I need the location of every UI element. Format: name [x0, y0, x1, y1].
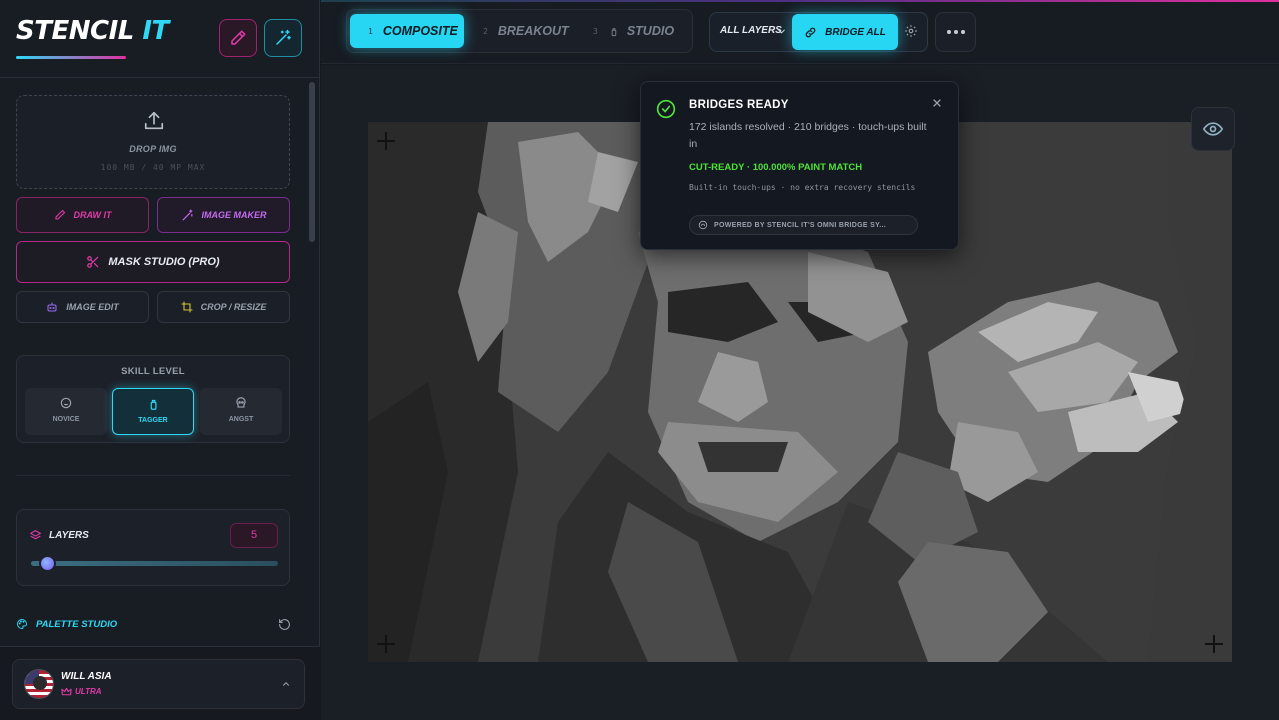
- dot-icon: [960, 30, 965, 34]
- close-icon[interactable]: [931, 97, 943, 109]
- dot-icon: [953, 30, 958, 34]
- tab-breakout[interactable]: 2 BREAKOUT: [471, 14, 581, 48]
- tab-studio[interactable]: 3 STUDIO: [583, 14, 687, 48]
- skill-level-panel: SKILL LEVEL NOVICE TAGGER ANGST: [16, 355, 290, 443]
- upload-icon: [143, 110, 165, 137]
- crop-resize-button[interactable]: CROP / RESIZE: [157, 291, 290, 323]
- gear-icon[interactable]: [904, 24, 918, 38]
- crop-icon: [181, 301, 193, 313]
- registration-mark-icon: [377, 635, 395, 653]
- user-menu-button[interactable]: WILL ASIA ULTRA: [12, 659, 305, 709]
- link-icon: [805, 27, 816, 37]
- skill-angst-option[interactable]: ANGST: [200, 388, 282, 435]
- mask-studio-button[interactable]: MASK STUDIO (PRO): [16, 241, 290, 283]
- skill-tagger-label: TAGGER: [138, 417, 168, 424]
- eye-icon: [1203, 122, 1223, 136]
- bridge-all-button[interactable]: BRIDGE ALL: [792, 14, 898, 50]
- toast-message: 172 islands resolved · 210 bridges · tou…: [689, 121, 927, 150]
- bridges-ready-toast: BRIDGES READY 172 islands resolved · 210…: [640, 81, 959, 250]
- palette-icon: [17, 618, 28, 630]
- scissors-icon: [87, 256, 99, 268]
- bridge-icon: [698, 220, 708, 230]
- avatar: [24, 669, 54, 699]
- powered-by-badge: POWERED BY STENCIL IT'S OMNI BRIDGE SY..…: [689, 215, 918, 235]
- top-accent-line: [321, 0, 1279, 2]
- check-circle-icon: [656, 99, 676, 119]
- mask-studio-label: MASK STUDIO (PRO): [108, 256, 220, 268]
- palette-studio-title: PALETTE STUDIO: [36, 619, 118, 630]
- skill-novice-option[interactable]: NOVICE: [25, 388, 107, 435]
- toast-status: CUT-READY · 100.000% PAINT MATCH: [689, 162, 863, 173]
- image-edit-label: IMAGE EDIT: [66, 302, 119, 312]
- skill-angst-label: ANGST: [228, 416, 254, 423]
- draw-it-label: DRAW IT: [73, 210, 112, 220]
- view-tabs: 1 COMPOSITE 2 BREAKOUT 3 STUDIO: [346, 9, 693, 53]
- spray-can-icon: [113, 397, 193, 411]
- magic-wand-button[interactable]: [264, 19, 302, 57]
- sidebar-scrollbar[interactable]: [309, 82, 315, 242]
- pencil-icon: [231, 30, 246, 45]
- tab-composite[interactable]: 1 COMPOSITE: [350, 14, 464, 48]
- tab-label: COMPOSITE: [382, 24, 458, 38]
- tab-label: STUDIO: [626, 24, 675, 38]
- tab-number: 3: [593, 26, 598, 36]
- image-dropzone[interactable]: DROP IMG 100 MB / 40 MP MAX: [16, 95, 290, 189]
- skull-icon: [200, 396, 282, 410]
- more-options-button[interactable]: [935, 12, 976, 52]
- layers-slider-handle[interactable]: [39, 555, 56, 572]
- bridge-all-label: BRIDGE ALL: [825, 26, 886, 38]
- novice-icon: [25, 396, 107, 410]
- user-bar: WILL ASIA ULTRA: [0, 646, 320, 720]
- registration-mark-icon: [1205, 635, 1223, 653]
- logo-accent-text: IT: [142, 16, 169, 46]
- bridge-controls: ALL LAYERS BRIDGE ALL: [709, 12, 928, 52]
- logo-bar: STENCIL IT: [0, 0, 320, 78]
- tab-label: BREAKOUT: [497, 24, 569, 38]
- robot-icon: [47, 302, 57, 312]
- sidebar: STENCIL IT DROP IMG 100 MB / 40 MP MAX D…: [0, 0, 320, 720]
- app-logo: STENCIL IT: [16, 16, 169, 46]
- dropzone-limits: 100 MB / 40 MP MAX: [100, 163, 206, 172]
- crown-icon: [61, 687, 72, 696]
- layers-count-input[interactable]: 5: [230, 523, 278, 548]
- palette-studio-header[interactable]: PALETTE STUDIO: [16, 617, 290, 633]
- magic-wand-icon: [276, 29, 291, 45]
- magic-wand-icon: [182, 208, 192, 220]
- skill-tagger-option[interactable]: TAGGER: [112, 388, 194, 435]
- toast-note: Built-in touch-ups · no extra recovery s…: [689, 183, 916, 192]
- toast-title: BRIDGES READY: [689, 99, 789, 111]
- skill-novice-label: NOVICE: [52, 416, 80, 423]
- registration-mark-icon: [377, 132, 395, 150]
- layers-panel: LAYERS 5: [16, 509, 290, 586]
- toggle-preview-button[interactable]: [1191, 107, 1235, 151]
- skill-level-title: SKILL LEVEL: [121, 366, 185, 377]
- layer-select[interactable]: ALL LAYERS: [720, 25, 782, 36]
- logo-underline: [16, 56, 126, 59]
- chevron-up-icon: [282, 682, 290, 686]
- sidebar-divider: [16, 475, 290, 476]
- tab-number: 1: [368, 26, 373, 36]
- image-maker-label: IMAGE MAKER: [201, 210, 267, 220]
- logo-text: STENCIL: [16, 16, 134, 46]
- layers-icon: [29, 529, 42, 547]
- layers-slider-track[interactable]: [31, 561, 278, 566]
- layers-title: LAYERS: [49, 530, 89, 541]
- image-edit-button[interactable]: IMAGE EDIT: [16, 291, 149, 323]
- chevron-down-icon: [778, 29, 785, 34]
- pencil-icon: [54, 209, 65, 220]
- crop-resize-label: CROP / RESIZE: [200, 302, 267, 312]
- spray-can-icon: [609, 27, 617, 36]
- reset-icon[interactable]: [278, 618, 291, 631]
- user-name: WILL ASIA: [61, 671, 112, 682]
- draw-it-button[interactable]: DRAW IT: [16, 197, 149, 233]
- user-tier-badge: ULTRA: [75, 687, 102, 696]
- tab-number: 2: [483, 26, 488, 36]
- dot-icon: [946, 30, 951, 34]
- image-maker-button[interactable]: IMAGE MAKER: [157, 197, 290, 233]
- powered-by-text: POWERED BY STENCIL IT'S OMNI BRIDGE SY..…: [714, 221, 887, 229]
- dropzone-label: DROP IMG: [129, 144, 177, 154]
- draw-shortcut-button[interactable]: [219, 19, 257, 57]
